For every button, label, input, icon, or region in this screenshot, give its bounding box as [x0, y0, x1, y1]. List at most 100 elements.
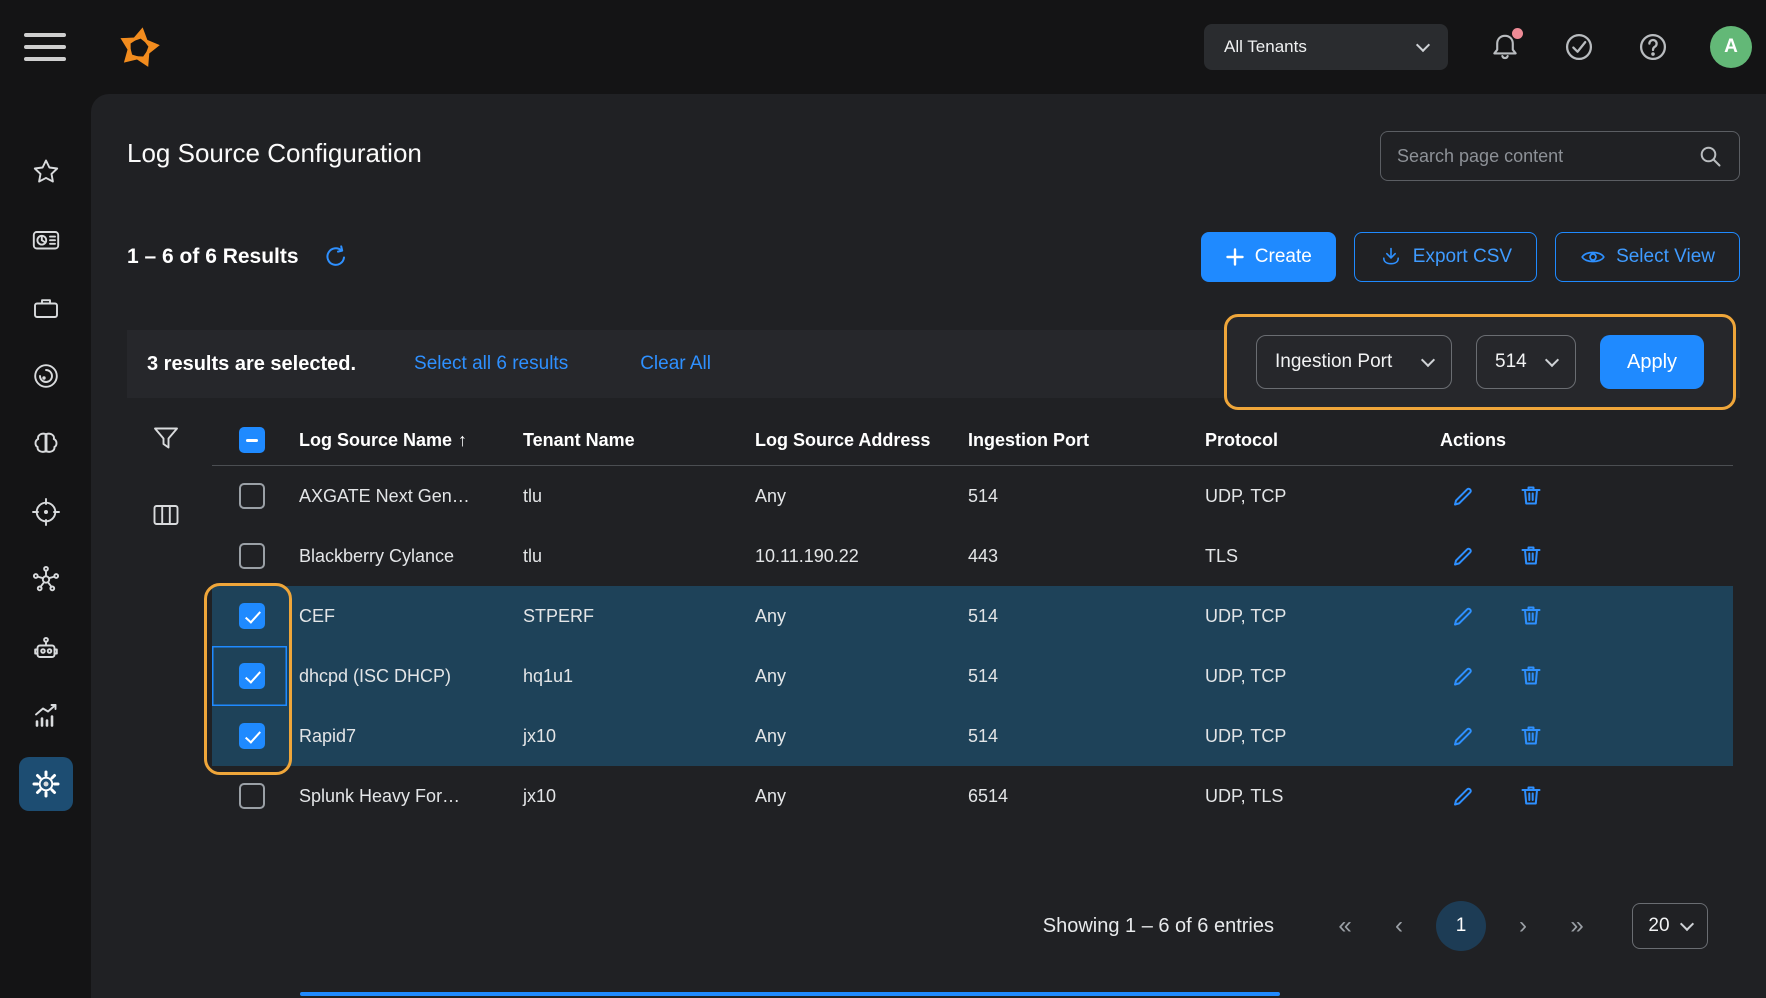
stellar-logo-icon[interactable] [112, 20, 166, 74]
export-csv-button[interactable]: Export CSV [1354, 232, 1537, 282]
cell-log-source-address: Any [755, 726, 968, 747]
bulk-field-select[interactable]: Ingestion Port [1256, 335, 1452, 389]
current-page-button[interactable]: 1 [1436, 901, 1486, 951]
plus-icon [1225, 247, 1245, 267]
horizontal-scrollbar[interactable] [300, 992, 1280, 996]
column-header-log-source-address[interactable]: Log Source Address [755, 430, 968, 451]
column-header-protocol[interactable]: Protocol [1205, 430, 1440, 451]
column-header-tenant-name[interactable]: Tenant Name [523, 430, 755, 451]
pagination-summary: Showing 1 – 6 of 6 entries [1043, 915, 1274, 938]
table-row[interactable]: dhcpd (ISC DHCP) hq1u1 Any 514 UDP, TCP [212, 646, 1733, 706]
sidebar-item-intelligence[interactable] [19, 417, 73, 471]
delete-button[interactable] [1518, 603, 1544, 629]
table-row[interactable]: Blackberry Cylance tlu 10.11.190.22 443 … [212, 526, 1733, 586]
page-size-value: 20 [1648, 915, 1669, 937]
cell-log-source-address: 10.11.190.22 [755, 546, 968, 567]
next-page-button[interactable]: › [1511, 912, 1535, 940]
delete-button[interactable] [1518, 483, 1544, 509]
delete-button[interactable] [1518, 663, 1544, 689]
edit-button[interactable] [1450, 663, 1476, 689]
cell-log-source-name: Rapid7 [287, 726, 523, 747]
edit-button[interactable] [1450, 723, 1476, 749]
edit-button[interactable] [1450, 543, 1476, 569]
dashboard-icon [31, 225, 61, 255]
column-header-log-source-name[interactable]: Log Source Name↑ [287, 430, 523, 451]
tenant-selector[interactable]: All Tenants [1204, 24, 1448, 70]
search-icon[interactable] [1697, 143, 1723, 169]
chevron-down-icon [1679, 916, 1693, 930]
trash-icon [1518, 783, 1544, 809]
chevron-down-icon [1416, 37, 1430, 51]
table-row[interactable]: Rapid7 jx10 Any 514 UDP, TCP [212, 706, 1733, 766]
sidebar-item-automation[interactable] [19, 621, 73, 675]
sidebar-item-favorites[interactable] [19, 145, 73, 199]
select-all-link[interactable]: Select all 6 results [414, 353, 568, 375]
column-header-actions: Actions [1440, 430, 1733, 451]
download-icon [1379, 245, 1403, 269]
refresh-button[interactable] [323, 244, 349, 270]
bulk-edit-panel: Ingestion Port 514 Apply [1224, 314, 1736, 410]
cell-tenant-name: tlu [523, 486, 755, 507]
edit-button[interactable] [1450, 483, 1476, 509]
sidebar-item-correlation[interactable] [19, 553, 73, 607]
sidebar-item-dashboard[interactable] [19, 213, 73, 267]
cell-protocol: UDP, TCP [1205, 606, 1440, 627]
delete-button[interactable] [1518, 783, 1544, 809]
create-button[interactable]: Create [1201, 232, 1336, 282]
star-icon [31, 157, 61, 187]
hamburger-menu-icon[interactable] [24, 25, 66, 69]
cell-protocol: UDP, TCP [1205, 726, 1440, 747]
help-circle-icon [1636, 30, 1670, 64]
clear-all-link[interactable]: Clear All [640, 353, 711, 375]
selection-count-text: 3 results are selected. [147, 353, 356, 376]
row-checkbox[interactable] [239, 663, 265, 689]
pagination: Showing 1 – 6 of 6 entries « ‹ 1 › » 20 [1043, 900, 1708, 952]
edit-button[interactable] [1450, 783, 1476, 809]
bulk-value-select[interactable]: 514 [1476, 335, 1576, 389]
apply-button[interactable]: Apply [1600, 335, 1704, 389]
previous-page-button[interactable]: ‹ [1387, 912, 1411, 940]
eye-icon [1580, 244, 1606, 270]
row-checkbox[interactable] [239, 603, 265, 629]
cell-tenant-name: tlu [523, 546, 755, 567]
table-row[interactable]: Splunk Heavy For… jx10 Any 6514 UDP, TLS [212, 766, 1733, 826]
cell-log-source-name: AXGATE Next Gen… [287, 486, 523, 507]
table-row[interactable]: AXGATE Next Gen… tlu Any 514 UDP, TCP [212, 466, 1733, 526]
page-size-select[interactable]: 20 [1632, 903, 1708, 949]
cell-ingestion-port: 514 [968, 726, 1205, 747]
sidebar-item-reports[interactable] [19, 689, 73, 743]
cell-log-source-address: Any [755, 786, 968, 807]
delete-button[interactable] [1518, 723, 1544, 749]
brain-icon [31, 429, 61, 459]
columns-button[interactable] [151, 500, 181, 530]
first-page-button[interactable]: « [1333, 912, 1357, 940]
select-view-button[interactable]: Select View [1555, 232, 1740, 282]
table-row[interactable]: CEF STPERF Any 514 UDP, TCP [212, 586, 1733, 646]
sidebar-item-cases[interactable] [19, 281, 73, 335]
last-page-button[interactable]: » [1565, 912, 1589, 940]
pencil-icon [1450, 543, 1476, 569]
delete-button[interactable] [1518, 543, 1544, 569]
filter-button[interactable] [151, 424, 181, 454]
target-icon [31, 497, 61, 527]
trash-icon [1518, 663, 1544, 689]
help-button[interactable] [1636, 30, 1670, 64]
row-checkbox[interactable] [239, 783, 265, 809]
row-checkbox[interactable] [239, 483, 265, 509]
gear-icon [31, 769, 61, 799]
select-all-checkbox[interactable] [239, 427, 265, 453]
trash-icon [1518, 723, 1544, 749]
sidebar-item-detections[interactable] [19, 349, 73, 403]
tasks-button[interactable] [1562, 30, 1596, 64]
edit-button[interactable] [1450, 603, 1476, 629]
sidebar-item-settings[interactable] [19, 757, 73, 811]
row-checkbox[interactable] [239, 543, 265, 569]
avatar[interactable]: A [1710, 26, 1752, 68]
row-checkbox[interactable] [239, 723, 265, 749]
column-header-ingestion-port[interactable]: Ingestion Port [968, 430, 1205, 451]
sidebar-item-hunting[interactable] [19, 485, 73, 539]
trash-icon [1518, 483, 1544, 509]
search-input[interactable]: Search page content [1380, 131, 1740, 181]
notifications-button[interactable] [1488, 30, 1522, 64]
cell-ingestion-port: 443 [968, 546, 1205, 567]
